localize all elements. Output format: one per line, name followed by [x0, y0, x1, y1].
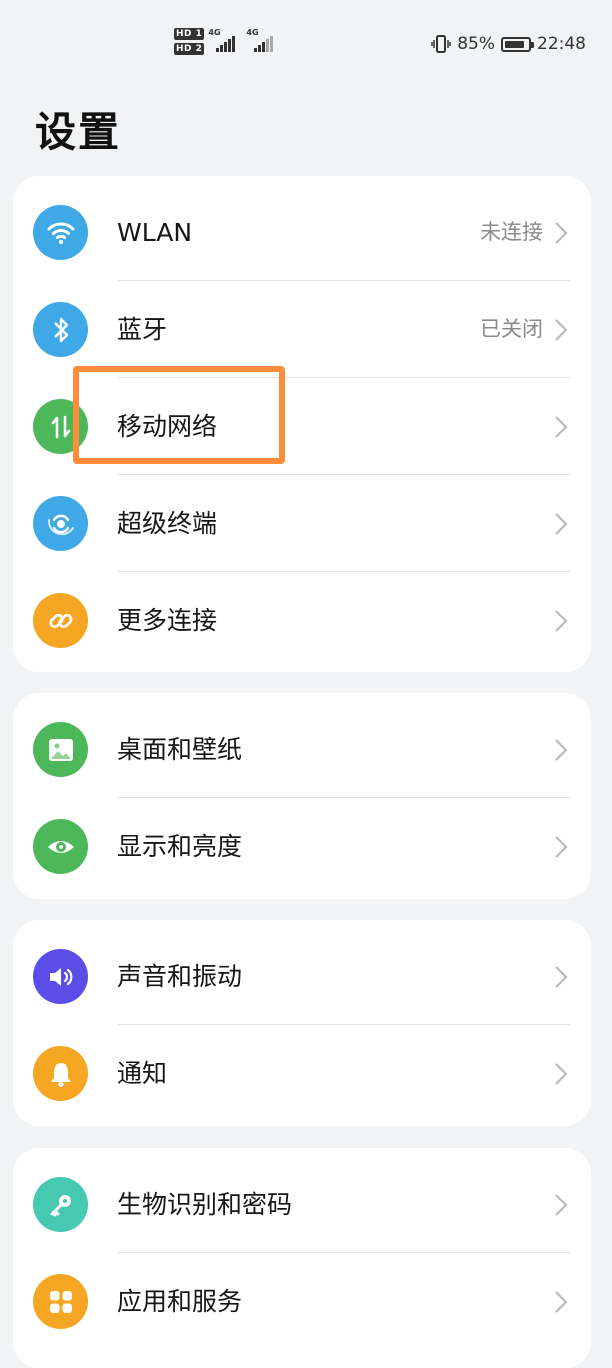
- settings-item-label: WLAN: [117, 218, 193, 247]
- status-bar: HD 1 HD 2 4G 4G 85% 22:48: [0, 0, 612, 90]
- bell-icon: [33, 1046, 88, 1101]
- highlight-box: [73, 366, 285, 464]
- settings-item-apps-services[interactable]: 应用和服务: [13, 1253, 591, 1350]
- settings-group-display: 桌面和壁纸 显示和亮度: [13, 693, 591, 899]
- battery-icon: [501, 36, 534, 52]
- signal-indicators: HD 1 HD 2 4G 4G: [174, 28, 280, 62]
- chevron-right-icon: [555, 319, 568, 341]
- settings-item-sound-vibration[interactable]: 声音和振动: [13, 928, 591, 1025]
- settings-item-label: 更多连接: [117, 606, 218, 635]
- clock: 22:48: [537, 34, 586, 54]
- settings-item-label: 生物识别和密码: [117, 1190, 293, 1219]
- chevron-right-icon: [555, 966, 568, 988]
- key-icon: [33, 1177, 88, 1232]
- settings-item-status: 已关闭: [480, 317, 543, 341]
- settings-item-label: 超级终端: [117, 509, 218, 538]
- page-title: 设置: [35, 108, 121, 156]
- apps-icon: [33, 1274, 88, 1329]
- settings-item-wlan[interactable]: WLAN 未连接: [13, 184, 591, 281]
- chevron-right-icon: [555, 1291, 568, 1313]
- wallpaper-icon: [33, 722, 88, 777]
- wifi-icon: [33, 205, 88, 260]
- settings-group-security-apps: 生物识别和密码 应用和服务: [13, 1148, 591, 1368]
- settings-item-status: 未连接: [480, 220, 543, 244]
- chevron-right-icon: [555, 416, 568, 438]
- battery-percent: 85%: [457, 34, 495, 54]
- bluetooth-icon: [33, 302, 88, 357]
- settings-item-label: 声音和振动: [117, 962, 243, 991]
- settings-item-label: 通知: [117, 1059, 168, 1088]
- eye-icon: [33, 819, 88, 874]
- settings-item-super-device[interactable]: 超级终端: [13, 475, 591, 572]
- chevron-right-icon: [555, 739, 568, 761]
- settings-item-more-connections[interactable]: 更多连接: [13, 572, 591, 669]
- vibrate-icon: [431, 34, 451, 54]
- sim1-signal-icon: 4G: [208, 28, 242, 54]
- speaker-icon: [33, 949, 88, 1004]
- super-device-icon: [33, 496, 88, 551]
- settings-item-label: 应用和服务: [117, 1287, 243, 1316]
- chevron-right-icon: [555, 836, 568, 858]
- settings-group-sound-notification: 声音和振动 通知: [13, 920, 591, 1126]
- sim1-hd-badge: HD 1: [174, 28, 205, 40]
- link-icon: [33, 593, 88, 648]
- chevron-right-icon: [555, 1063, 568, 1085]
- settings-item-biometrics-password[interactable]: 生物识别和密码: [13, 1156, 591, 1253]
- settings-item-label: 桌面和壁纸: [117, 735, 243, 764]
- settings-item-label: 蓝牙: [117, 315, 168, 344]
- settings-item-label: 显示和亮度: [117, 832, 243, 861]
- chevron-right-icon: [555, 222, 568, 244]
- chevron-right-icon: [555, 1194, 568, 1216]
- chevron-right-icon: [555, 513, 568, 535]
- settings-item-display-brightness[interactable]: 显示和亮度: [13, 798, 591, 895]
- settings-item-bluetooth[interactable]: 蓝牙 已关闭: [13, 281, 591, 378]
- settings-item-wallpaper[interactable]: 桌面和壁纸: [13, 701, 591, 798]
- chevron-right-icon: [555, 610, 568, 632]
- sim2-signal-icon: 4G: [246, 28, 280, 54]
- sim2-hd-badge: HD 2: [174, 43, 205, 55]
- settings-item-notifications[interactable]: 通知: [13, 1025, 591, 1122]
